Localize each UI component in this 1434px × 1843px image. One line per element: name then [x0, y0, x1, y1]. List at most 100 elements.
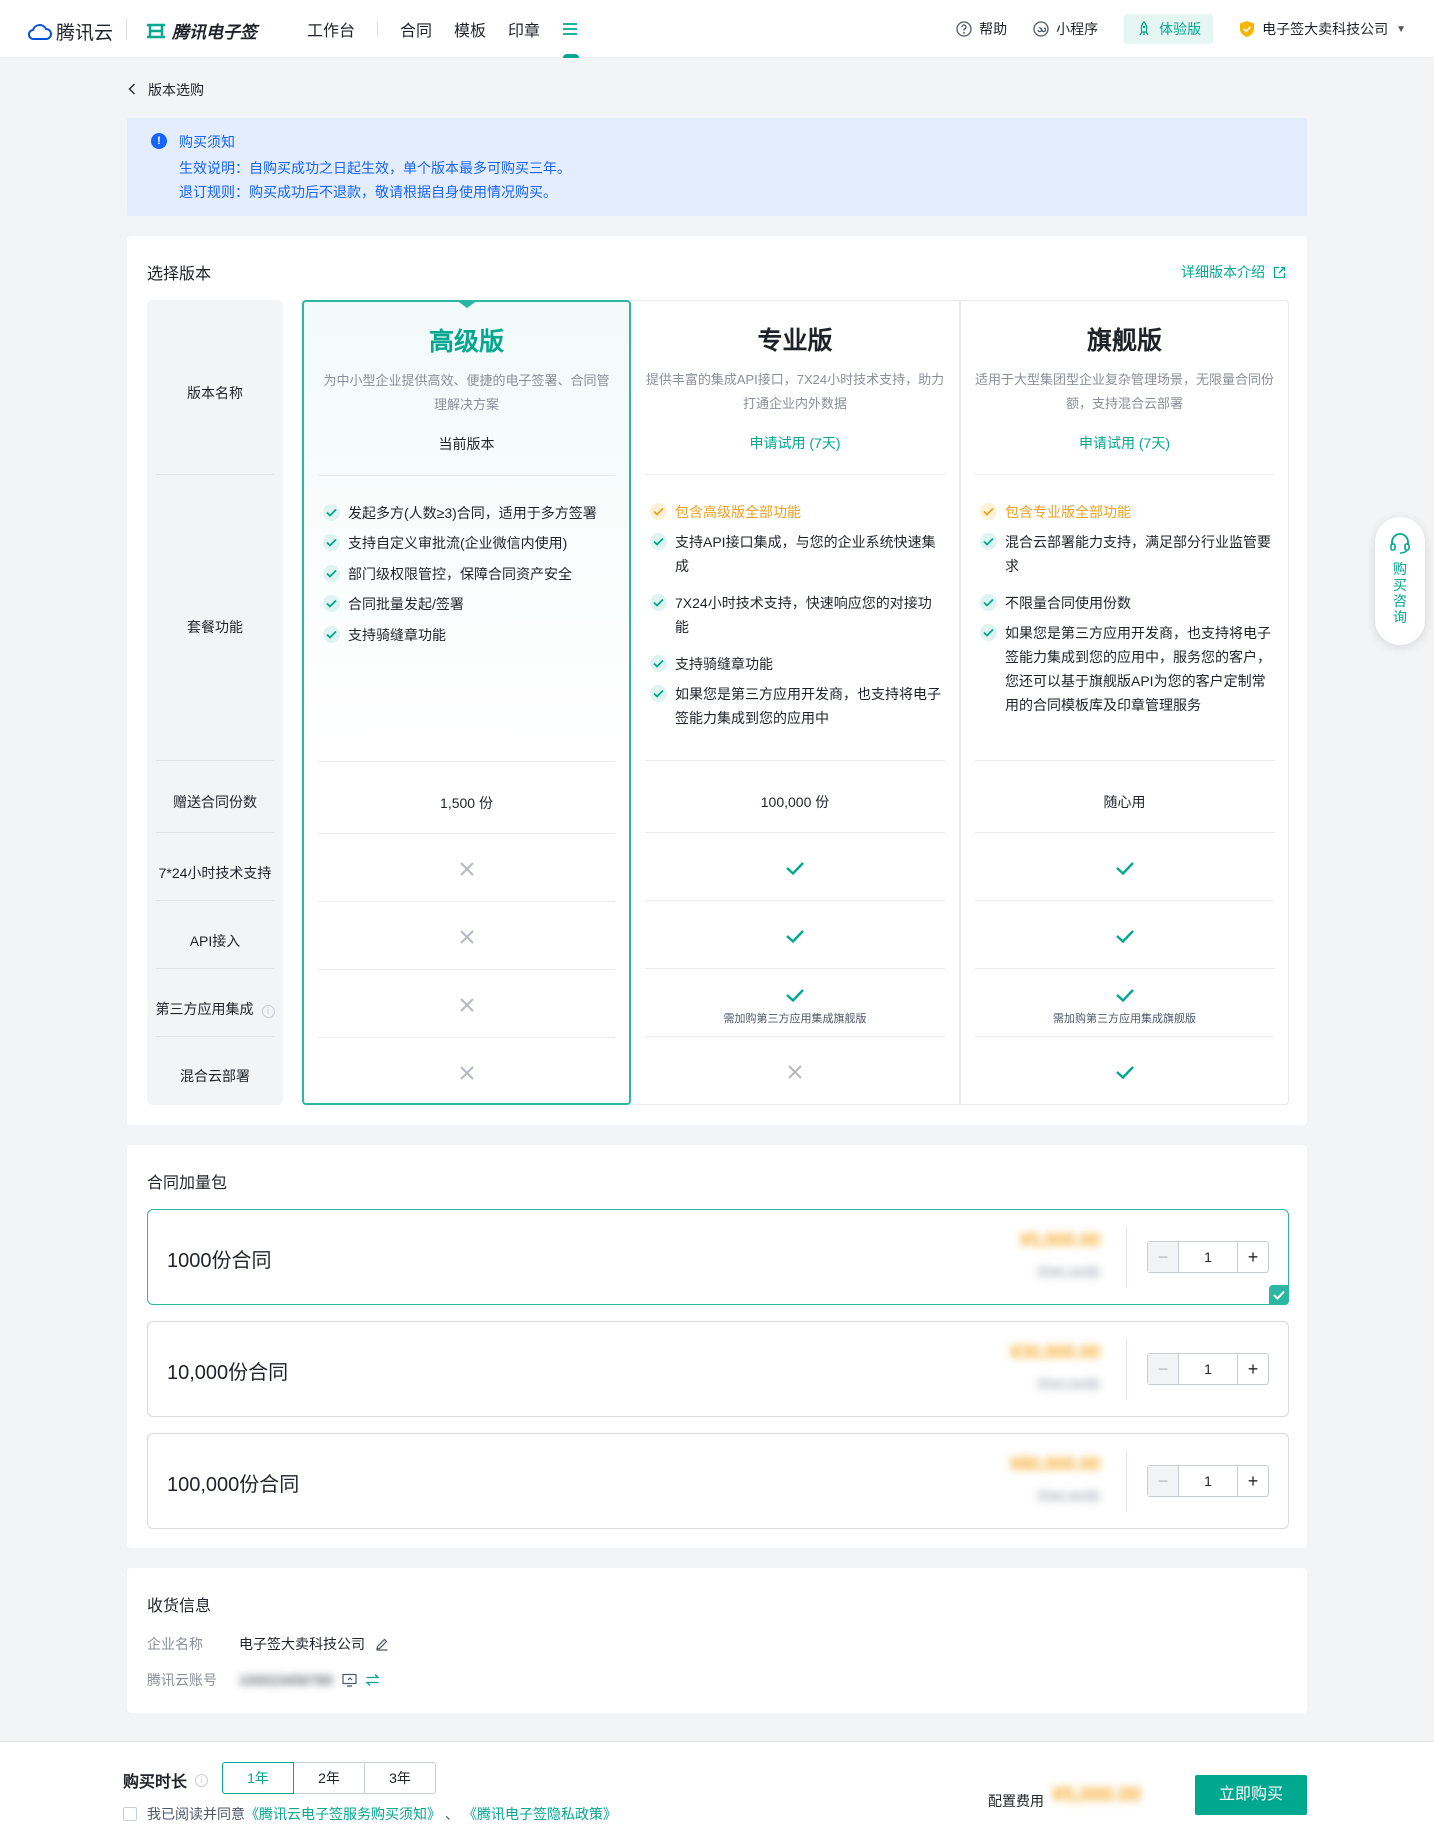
account-label: 腾讯云账号	[147, 1672, 217, 1688]
miniapp-link[interactable]: 小程序	[1033, 19, 1098, 39]
thirdparty-note: 需加购第三方应用集成旗舰版	[723, 1013, 867, 1025]
company-switcher[interactable]: 电子签大卖科技公司 ▼	[1239, 19, 1406, 39]
quantity-input[interactable]: 1	[1179, 1242, 1237, 1272]
label-api: API接入	[189, 933, 241, 949]
nav-workbench[interactable]: 工作台	[307, 17, 355, 41]
check-circle-icon	[980, 594, 997, 611]
breadcrumb[interactable]: 版本选购	[128, 80, 204, 100]
addon-package-card: 合同加量包 1000份合同 ¥5,000.00 约¥5.00/份 − 1 + 1…	[127, 1145, 1307, 1548]
cell-divider	[975, 832, 1274, 833]
info-circle-icon[interactable]: i	[195, 1773, 209, 1787]
apply-trial-link[interactable]: 申请试用 (7天)	[631, 433, 959, 453]
version-card-advanced[interactable]: 高级版 为中小型企业提供高效、便捷的电子签署、合同管理解决方案 当前版本 发起多…	[302, 300, 631, 1105]
label-support: 7*24小时技术支持	[158, 865, 272, 881]
feature-text: 包含高级版全部功能	[675, 504, 801, 520]
top-bar: 腾讯云 腾讯电子签 工作台 合同 模板 印章 帮助 小程序 体验版 电子签大卖科…	[0, 0, 1434, 58]
switch-account-icon[interactable]	[365, 1673, 381, 1687]
check-circle-icon	[323, 626, 340, 643]
package-option-10000[interactable]: 10,000份合同 ¥30,000.00 约¥3.00/份 − 1 +	[147, 1321, 1289, 1417]
company-label: 企业名称	[147, 1636, 203, 1652]
nav-contracts[interactable]: 合同	[400, 17, 432, 41]
nav-more-menu[interactable]	[562, 0, 580, 58]
duration-2-years[interactable]: 2年	[293, 1762, 365, 1794]
feature-item: 支持自定义审批流(企业微信内使用)	[323, 531, 615, 555]
version-name: 高级版	[428, 328, 504, 356]
nav-templates[interactable]: 模板	[454, 17, 486, 41]
check-circle-icon	[323, 534, 340, 551]
cross-icon	[788, 1065, 802, 1079]
purchase-consult-float[interactable]: 购买咨询	[1375, 517, 1425, 645]
package-option-1000[interactable]: 1000份合同 ¥5,000.00 约¥5.00/份 − 1 +	[147, 1209, 1289, 1305]
cell-divider	[318, 761, 615, 762]
package-unit-price: 约¥5.00/份	[1037, 1265, 1100, 1280]
cross-icon	[459, 862, 474, 876]
receipt-info-card: 收货信息 企业名称 电子签大卖科技公司 腾讯云账号 100023456789	[127, 1568, 1307, 1713]
breadcrumb-title: 版本选购	[148, 82, 204, 98]
buy-now-button[interactable]: 立即购买	[1195, 1775, 1307, 1815]
cell-divider	[318, 1037, 615, 1038]
cell-divider	[975, 760, 1274, 761]
check-circle-icon	[323, 565, 340, 582]
check-circle-icon	[650, 685, 667, 702]
cell-divider	[645, 900, 945, 901]
version-name: 旗舰版	[1086, 327, 1162, 355]
help-label: 帮助	[979, 21, 1008, 37]
main-nav: 工作台 合同 模板 印章	[307, 0, 580, 58]
cell-divider	[318, 901, 615, 902]
esign-logo[interactable]: 腾讯电子签	[146, 18, 257, 43]
trial-label: 体验版	[1159, 21, 1202, 37]
quantity-input[interactable]: 1	[1179, 1466, 1237, 1496]
company-name: 电子签大卖科技公司	[1262, 21, 1389, 37]
fee-label: 配置费用	[988, 1793, 1044, 1809]
agree-checkbox[interactable]	[123, 1807, 137, 1821]
feature-text: 支持自定义审批流(企业微信内使用)	[348, 535, 568, 551]
monitor-icon[interactable]	[342, 1673, 358, 1687]
company-row: 企业名称 电子签大卖科技公司	[147, 1634, 389, 1654]
feature-item: 发起多方(人数≥3)合同，适用于多方签署	[323, 501, 615, 525]
account-value: 100023456789	[239, 1672, 333, 1688]
cell-divider	[645, 760, 945, 761]
package-name: 10,000份合同	[167, 1362, 289, 1384]
external-link-icon	[1273, 266, 1286, 278]
checkmark-icon	[1115, 930, 1134, 944]
feature-text: 如果您是第三方应用开发商，也支持将电子签能力集成到您的应用中，服务您的客户，您还…	[1005, 625, 1271, 713]
label-thirdparty-text: 第三方应用集成	[155, 1001, 254, 1017]
edit-pencil-icon[interactable]	[375, 1637, 389, 1651]
duration-1-year[interactable]: 1年	[222, 1762, 294, 1794]
cell-divider	[318, 833, 615, 834]
duration-label: 购买时长	[123, 1774, 188, 1791]
caret-down-icon: ▼	[1396, 23, 1406, 35]
check-circle-icon	[323, 504, 340, 521]
increase-button[interactable]: +	[1237, 1466, 1268, 1496]
check-circle-icon	[980, 503, 997, 520]
version-desc: 为中小型企业提供高效、便捷的电子签署、合同管理解决方案	[323, 373, 610, 412]
back-chevron-icon[interactable]	[128, 82, 136, 98]
duration-3-years[interactable]: 3年	[364, 1762, 436, 1794]
version-card-professional[interactable]: 专业版 提供丰富的集成API接口，7X24小时技术支持，助力打通企业内外数据 申…	[631, 300, 960, 1105]
cross-icon	[459, 1066, 474, 1080]
cloud-icon	[28, 23, 52, 40]
feature-text: 支持API接口集成，与您的企业系统快速集成	[675, 534, 936, 574]
package-option-100000[interactable]: 100,000份合同 ¥80,000.00 约¥0.80/份 − 1 +	[147, 1433, 1289, 1529]
rocket-icon	[1136, 21, 1152, 37]
feature-item-inherit: 包含专业版全部功能	[980, 500, 1274, 524]
trial-version-badge[interactable]: 体验版	[1124, 14, 1214, 44]
apply-trial-link[interactable]: 申请试用 (7天)	[961, 433, 1288, 453]
privacy-policy-link[interactable]: 《腾讯电子签隐私政策》	[463, 1804, 617, 1824]
detail-version-link[interactable]: 详细版本介绍	[1181, 262, 1286, 282]
increase-button[interactable]: +	[1237, 1242, 1268, 1272]
increase-button[interactable]: +	[1237, 1354, 1268, 1384]
decrease-button[interactable]: −	[1148, 1466, 1179, 1496]
feature-text: 混合云部署能力支持，满足部分行业监管要求	[1005, 534, 1271, 574]
service-terms-link[interactable]: 《腾讯云电子签服务购买须知》	[245, 1804, 441, 1824]
brand-name: 腾讯云	[56, 23, 114, 44]
decrease-button[interactable]: −	[1148, 1242, 1179, 1272]
quantity-input[interactable]: 1	[1179, 1354, 1237, 1384]
nav-seals[interactable]: 印章	[508, 17, 540, 41]
help-link[interactable]: 帮助	[956, 19, 1007, 39]
info-circle-icon[interactable]: i	[261, 1005, 275, 1018]
version-card-flagship[interactable]: 旗舰版 适用于大型集团型企业复杂管理场景，无限量合同份额，支持混合云部署 申请试…	[960, 300, 1289, 1105]
checkout-bar: 购买时长 i 1年 2年 3年 我已阅读并同意 《腾讯云电子签服务购买须知》 、…	[0, 1741, 1434, 1843]
tencent-cloud-logo[interactable]: 腾讯云	[28, 18, 113, 45]
decrease-button[interactable]: −	[1148, 1354, 1179, 1384]
